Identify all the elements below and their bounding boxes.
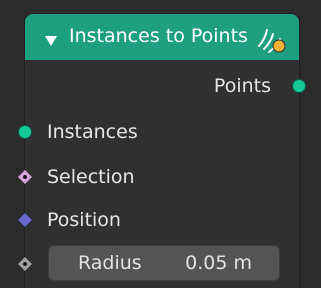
- node-title: Instances to Points: [69, 25, 248, 47]
- node-header[interactable]: Instances to Points: [25, 14, 299, 60]
- selection-input-label: Selection: [47, 166, 135, 188]
- output-points-row: Points: [0, 71, 321, 101]
- radius-field-value: 0.05 m: [185, 252, 252, 274]
- radius-field[interactable]: Radius 0.05 m: [48, 245, 280, 281]
- radius-input-socket[interactable]: [16, 255, 34, 273]
- input-selection-row: Selection: [0, 162, 321, 192]
- node-editor-canvas: Instances to Points Points Instances Sel…: [0, 0, 321, 288]
- input-position-row: Position: [0, 205, 321, 235]
- position-input-socket[interactable]: [16, 211, 34, 229]
- radius-field-label: Radius: [78, 252, 142, 274]
- points-output-socket[interactable]: [292, 79, 306, 93]
- selection-input-socket[interactable]: [16, 168, 34, 186]
- instances-input-socket[interactable]: [18, 125, 32, 139]
- input-instances-row: Instances: [0, 117, 321, 147]
- points-output-label: Points: [213, 75, 271, 97]
- triangle-down-icon[interactable]: [45, 31, 57, 46]
- warning-cursor-icon[interactable]: [255, 24, 287, 54]
- position-input-label: Position: [47, 209, 121, 231]
- instances-input-label: Instances: [47, 121, 138, 143]
